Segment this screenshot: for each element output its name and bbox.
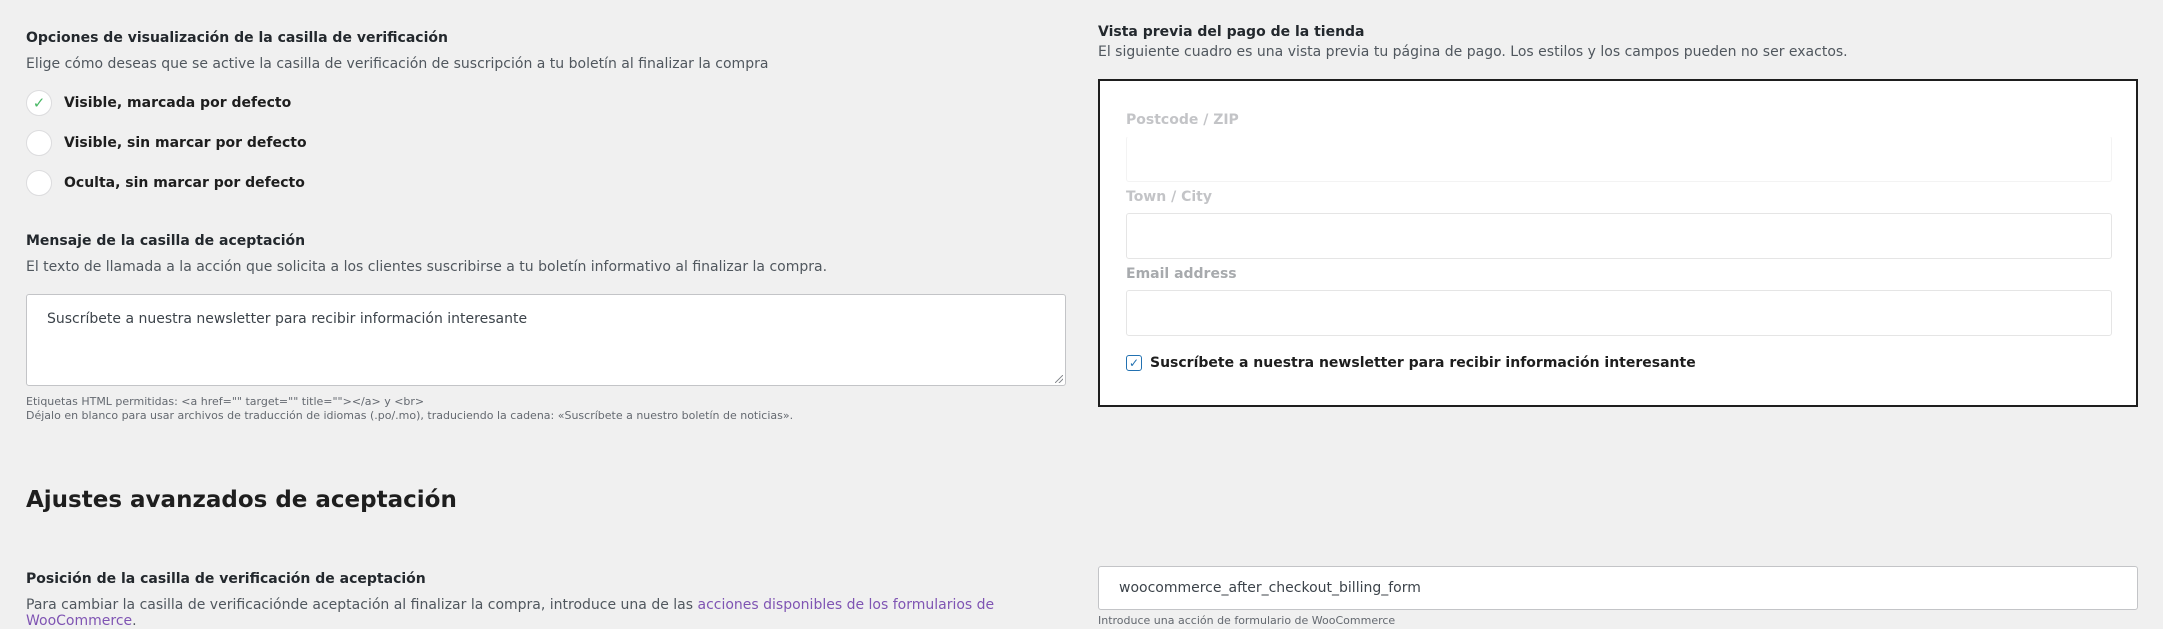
preview-description: El siguiente cuadro es una vista previa …	[1098, 44, 1848, 60]
radio-hidden-unchecked[interactable]: Oculta, sin marcar por defecto	[26, 169, 305, 197]
accept-message-textarea[interactable]: Suscríbete a nuestra newsletter para rec…	[26, 294, 1066, 386]
display-options-description: Elige cómo deseas que se active la casil…	[26, 56, 769, 72]
radio-label: Visible, marcada por defecto	[64, 95, 292, 111]
preview-field-label: Town / City	[1126, 189, 1212, 205]
display-options-title: Opciones de visualización de la casilla …	[26, 30, 448, 46]
checkout-preview-box: Postcode / ZIP Town / City Email address…	[1098, 79, 2138, 407]
radio-label: Oculta, sin marcar por defecto	[64, 175, 305, 191]
position-desc-text: Para cambiar la casilla de verificaciónd…	[26, 597, 698, 613]
radio-label: Visible, sin marcar por defecto	[64, 135, 307, 151]
textarea-value: Suscríbete a nuestra newsletter para rec…	[47, 311, 528, 327]
radio-circle-icon[interactable]	[26, 170, 52, 196]
allowed-html-tags-help: Etiquetas HTML permitidas: <a href="" ta…	[26, 395, 425, 408]
resize-handle-icon[interactable]	[1055, 375, 1063, 383]
checkout-hook-input[interactable]: woocommerce_after_checkout_billing_form	[1098, 566, 2138, 610]
accept-message-title: Mensaje de la casilla de aceptación	[26, 233, 306, 249]
position-title: Posición de la casilla de verificación d…	[26, 571, 426, 587]
preview-field-label: Postcode / ZIP	[1126, 112, 1239, 128]
preview-newsletter-checkbox: ✓ Suscríbete a nuestra newsletter para r…	[1126, 355, 1696, 371]
translation-help: Déjalo en blanco para usar archivos de t…	[26, 409, 794, 422]
radio-visible-unchecked[interactable]: Visible, sin marcar por defecto	[26, 129, 307, 157]
preview-field-label: Email address	[1126, 266, 1237, 282]
preview-title: Vista previa del pago de la tienda	[1098, 24, 1365, 40]
preview-postcode-input	[1126, 136, 2112, 182]
hook-input-value: woocommerce_after_checkout_billing_form	[1119, 580, 1421, 596]
position-description: Para cambiar la casilla de verificaciónd…	[26, 597, 1068, 629]
checkbox-checked-icon: ✓	[1126, 355, 1142, 371]
preview-email-input	[1126, 290, 2112, 336]
radio-visible-checked[interactable]: ✓ Visible, marcada por defecto	[26, 89, 291, 117]
checkmark-icon[interactable]: ✓	[26, 90, 52, 116]
preview-city-input	[1126, 213, 2112, 259]
accept-message-description: El texto de llamada a la acción que soli…	[26, 259, 828, 275]
radio-circle-icon[interactable]	[26, 130, 52, 156]
hook-input-help: Introduce una acción de formulario de Wo…	[1098, 614, 1396, 627]
advanced-settings-heading: Ajustes avanzados de aceptación	[26, 487, 457, 513]
preview-checkbox-label: Suscríbete a nuestra newsletter para rec…	[1150, 355, 1696, 371]
